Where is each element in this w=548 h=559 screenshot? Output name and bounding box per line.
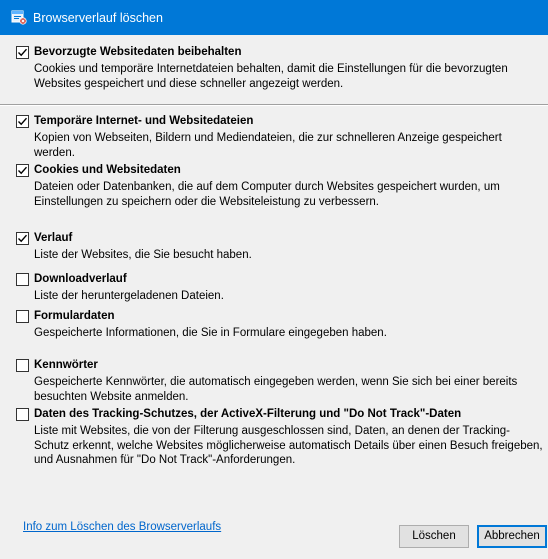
option-label: Downloadverlauf (34, 273, 127, 285)
option-label: Bevorzugte Websitedaten beibehalten (34, 46, 242, 58)
checkbox-download-history[interactable] (16, 273, 29, 286)
option-description: Liste der heruntergeladenen Dateien. (34, 290, 224, 302)
option-label: Cookies und Websitedaten (34, 164, 181, 176)
checkmark-icon (18, 166, 28, 175)
option-description: Liste mit Websites, die von der Filterun… (34, 425, 543, 466)
option-description: Gespeicherte Kennwörter, die automatisch… (34, 376, 518, 403)
checkbox-passwords[interactable] (16, 359, 29, 372)
option-description: Cookies und temporäre Internetdateien be… (34, 63, 508, 90)
option-label: Kennwörter (34, 359, 98, 371)
option-description: Kopien von Webseiten, Bildern und Medien… (34, 132, 502, 159)
option-label: Formulardaten (34, 310, 115, 322)
checkmark-icon (18, 234, 28, 243)
checkbox-cookies[interactable] (16, 164, 29, 177)
delete-history-app-icon (11, 10, 27, 25)
checkbox-form-data[interactable] (16, 310, 29, 323)
option-description: Gespeicherte Informationen, die Sie in F… (34, 327, 387, 339)
section-divider (0, 104, 548, 106)
delete-button[interactable]: Löschen (399, 525, 469, 548)
window-title: Browserverlauf löschen (33, 11, 163, 25)
dialog-body: Bevorzugte Websitedaten beibehalten Cook… (0, 35, 548, 559)
checkbox-keep-favorites[interactable] (16, 46, 29, 59)
checkbox-tracking-protection[interactable] (16, 408, 29, 421)
checkmark-icon (18, 48, 28, 57)
info-link[interactable]: Info zum Löschen des Browserverlaufs (23, 521, 221, 533)
cancel-button[interactable]: Abbrechen (477, 525, 547, 548)
option-label: Temporäre Internet- und Websitedateien (34, 115, 254, 127)
option-description: Liste der Websites, die Sie besucht habe… (34, 249, 252, 261)
checkmark-icon (18, 117, 28, 126)
checkbox-temp-files[interactable] (16, 115, 29, 128)
checkbox-history[interactable] (16, 232, 29, 245)
option-description: Dateien oder Datenbanken, die auf dem Co… (34, 181, 500, 208)
option-label: Daten des Tracking-Schutzes, der ActiveX… (34, 408, 462, 420)
option-label: Verlauf (34, 232, 73, 244)
title-bar[interactable]: Browserverlauf löschen (0, 0, 548, 35)
